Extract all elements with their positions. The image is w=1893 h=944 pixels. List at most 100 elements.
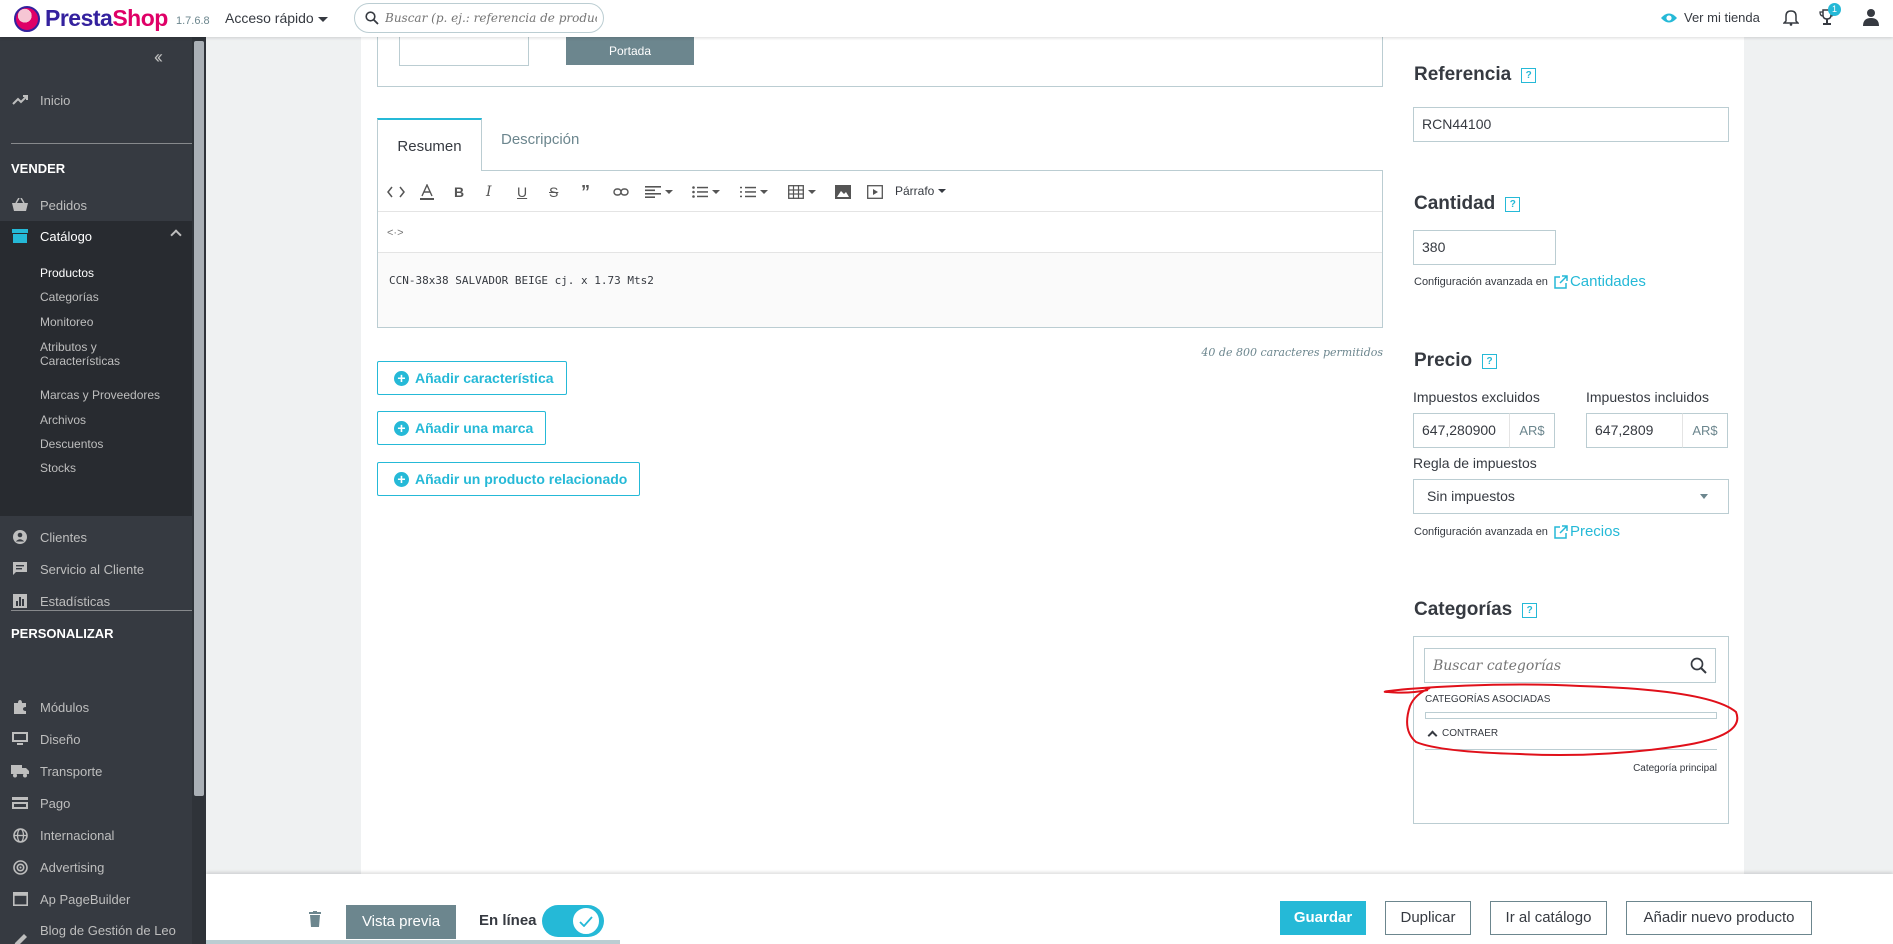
submenu-productos[interactable]: Productos (40, 266, 180, 280)
bullet-list-icon[interactable] (692, 183, 720, 201)
media-icon[interactable] (867, 183, 883, 201)
online-toggle[interactable] (542, 905, 604, 937)
add-related-product-button[interactable]: + Añadir un producto relacionado (377, 462, 641, 496)
sidebar-item-pedidos[interactable]: Pedidos (0, 191, 192, 219)
prestashop-logo[interactable]: PrestaShop (14, 5, 168, 32)
price-incl-input[interactable]: 647,2809 (1586, 413, 1683, 448)
add-feature-button[interactable]: + Añadir característica (377, 361, 567, 395)
precios-link[interactable]: Precios (1554, 523, 1620, 540)
view-store-link[interactable]: Ver mi tienda (1660, 10, 1760, 25)
search-icon[interactable] (1690, 657, 1707, 674)
sidebar-scrollbar[interactable] (192, 37, 206, 944)
sidebar-item-pagebuilder[interactable]: Ap PageBuilder (0, 885, 192, 913)
add-brand-button[interactable]: + Añadir una marca (377, 411, 547, 445)
cantidades-link[interactable]: Cantidades (1554, 273, 1646, 290)
chevron-up-icon (170, 229, 182, 241)
preview-button[interactable]: Vista previa (346, 905, 456, 939)
tax-rule-select[interactable]: Sin impuestos (1413, 479, 1729, 514)
help-icon[interactable]: ? (1505, 196, 1521, 212)
sidebar-item-pago[interactable]: Pago (0, 789, 192, 817)
store-icon (12, 229, 28, 243)
sidebar-item-transporte[interactable]: Transporte (0, 757, 192, 785)
category-search-input[interactable] (1433, 657, 1683, 675)
sidebar-item-advertising[interactable]: Advertising (0, 853, 192, 881)
puzzle-icon (14, 700, 26, 714)
cantidad-input[interactable]: 380 (1413, 230, 1556, 265)
sidebar-divider (11, 610, 192, 611)
category-search[interactable] (1424, 648, 1716, 683)
image-field[interactable] (399, 37, 529, 66)
sidebar-item-servicio[interactable]: Servicio al Cliente (0, 555, 192, 583)
chat-icon (13, 562, 27, 575)
currency-addon: AR$ (1682, 413, 1728, 448)
trash-icon[interactable] (309, 911, 321, 927)
horizontal-scrollbar[interactable] (206, 940, 620, 944)
sidebar-item-diseno[interactable]: Diseño (0, 725, 192, 753)
sidebar-item-modulos[interactable]: Módulos (0, 693, 192, 721)
tab-resumen[interactable]: Resumen (377, 118, 482, 171)
header-search-input[interactable] (385, 9, 597, 27)
text-color-icon[interactable] (419, 183, 435, 201)
sidebar-item-blog[interactable]: Blog de Gestión de Leo (0, 923, 192, 944)
link-icon[interactable] (613, 183, 629, 201)
top-header: PrestaShop 1.7.6.8 Acceso rápido Ver mi … (0, 0, 1893, 37)
currency-addon: AR$ (1509, 413, 1555, 448)
submenu-descuentos[interactable]: Descuentos (40, 437, 180, 451)
editor-text: CCN-38x38 SALVADOR BEIGE cj. x 1.73 Mts2 (389, 274, 654, 287)
catalog-submenu: Productos Categorías Monitoreo Atributos… (0, 251, 192, 516)
submenu-marcas[interactable]: Marcas y Proveedores (40, 388, 180, 402)
submenu-monitoreo[interactable]: Monitoreo (40, 315, 180, 329)
save-button[interactable]: Guardar (1280, 901, 1366, 935)
price-excl-input[interactable]: 647,280900 (1413, 413, 1510, 448)
submenu-atributos[interactable]: Atributos y Características (40, 340, 180, 368)
paragraph-format-dropdown[interactable]: Párrafo (895, 184, 947, 198)
add-new-product-button[interactable]: Añadir nuevo producto (1626, 901, 1812, 935)
align-icon[interactable] (645, 183, 673, 201)
submenu-archivos[interactable]: Archivos (40, 413, 180, 427)
target-icon (12, 859, 28, 875)
sidebar-item-inicio[interactable]: Inicio (0, 86, 192, 114)
sidebar-item-catalogo[interactable]: Catálogo (0, 221, 192, 251)
table-icon[interactable] (788, 183, 816, 201)
scrollbar-thumb[interactable] (194, 41, 204, 796)
character-count: 40 de 800 caracteres permitidos (1201, 346, 1383, 359)
window-icon (12, 892, 28, 906)
logo-text: PrestaShop (45, 5, 168, 31)
caret-down-icon (317, 16, 328, 22)
user-icon[interactable] (1862, 8, 1880, 26)
image-icon[interactable] (835, 183, 851, 201)
editor-toolbar: B I U S ” Párrafo (378, 171, 1382, 212)
source-code-icon[interactable] (387, 183, 405, 201)
user-circle-icon (13, 530, 27, 544)
help-icon[interactable]: ? (1521, 67, 1537, 83)
help-icon[interactable]: ? (1522, 602, 1538, 618)
version-label: 1.7.6.8 (176, 15, 210, 27)
sidebar: ‹‹ Inicio VENDER Pedidos Catálogo Produc… (0, 37, 206, 944)
referencia-input[interactable]: RCN44100 (1413, 107, 1729, 142)
help-icon[interactable]: ? (1482, 353, 1498, 369)
submenu-stocks[interactable]: Stocks (40, 461, 180, 475)
editor-content[interactable]: CCN-38x38 SALVADOR BEIGE cj. x 1.73 Mts2 (378, 253, 1382, 327)
numbered-list-icon[interactable] (740, 183, 768, 201)
duplicate-button[interactable]: Duplicar (1385, 901, 1471, 935)
strikethrough-icon[interactable]: S (549, 183, 558, 201)
go-to-catalog-button[interactable]: Ir al catálogo (1490, 901, 1607, 935)
online-label: En línea (479, 912, 537, 929)
sidebar-item-internacional[interactable]: Internacional (0, 821, 192, 849)
submenu-categorias[interactable]: Categorías (40, 290, 180, 304)
code-view-icon[interactable]: <·> (387, 224, 404, 242)
quick-access-dropdown[interactable]: Acceso rápido (225, 10, 328, 26)
bell-icon[interactable] (1783, 8, 1799, 26)
cantidad-title: Cantidad? (1414, 193, 1521, 215)
plus-circle-icon: + (394, 370, 409, 386)
caret-down-icon (1700, 494, 1708, 499)
underline-icon[interactable]: U (517, 183, 527, 201)
bold-icon[interactable]: B (454, 183, 464, 201)
sidebar-item-clientes[interactable]: Clientes (0, 523, 192, 551)
header-search[interactable] (354, 3, 604, 33)
tab-descripcion[interactable]: Descripción (501, 131, 579, 148)
blockquote-icon[interactable]: ” (581, 182, 590, 202)
italic-icon[interactable]: I (486, 183, 492, 201)
portada-button[interactable]: Portada (566, 37, 694, 65)
collapse-sidebar-icon[interactable]: ‹‹ (154, 47, 163, 68)
